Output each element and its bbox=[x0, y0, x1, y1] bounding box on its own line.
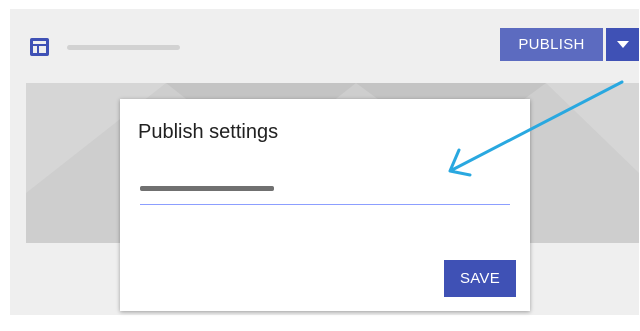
screenshot-frame: PUBLISH Publish settings SAVE bbox=[0, 0, 640, 331]
callout-arrow-icon bbox=[448, 80, 624, 177]
